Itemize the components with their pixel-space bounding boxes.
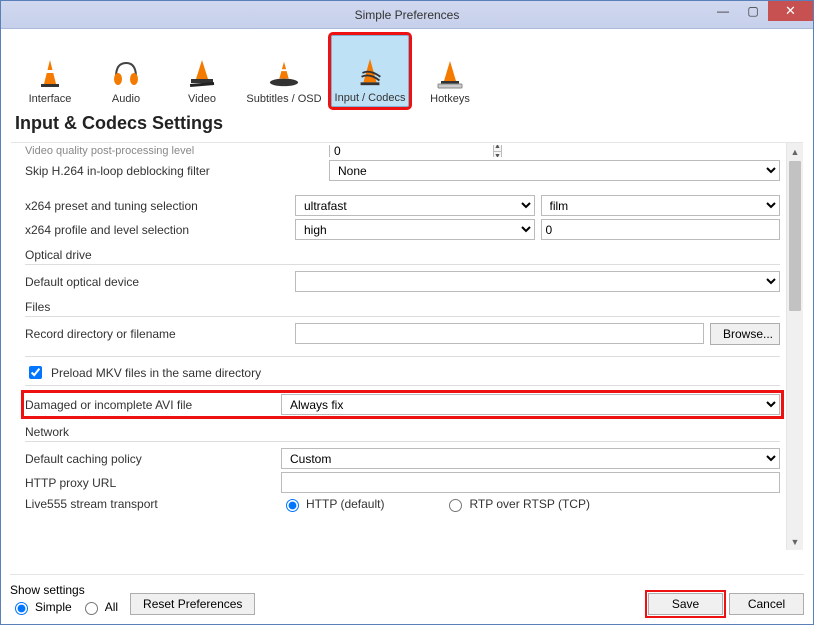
- category-interface[interactable]: Interface: [15, 35, 85, 107]
- group-optical: Optical drive: [25, 248, 780, 262]
- field-label: Skip H.264 in-loop deblocking filter: [25, 164, 295, 178]
- category-video[interactable]: Video: [167, 35, 237, 107]
- scroll-thumb[interactable]: [789, 161, 801, 311]
- settings-scroll-pane: Video quality post-processing level ▲▼ S…: [11, 143, 786, 550]
- checkbox-label: Preload MKV files in the same directory: [51, 366, 261, 380]
- category-label: Input / Codecs: [335, 92, 406, 104]
- titlebar: Simple Preferences — ▢ ✕: [1, 1, 813, 29]
- avi-fix-select[interactable]: Always fix: [281, 394, 780, 415]
- live555-http-radio[interactable]: HTTP (default): [281, 496, 384, 512]
- footer: Show settings Simple All Reset Preferenc…: [10, 574, 804, 615]
- record-directory-input[interactable]: [295, 323, 704, 344]
- category-label: Subtitles / OSD: [246, 93, 321, 105]
- x264-profile-select[interactable]: high: [295, 219, 535, 240]
- browse-button[interactable]: Browse...: [710, 323, 780, 345]
- show-simple-radio[interactable]: Simple: [10, 599, 72, 615]
- headphones-icon: [110, 57, 142, 89]
- x264-level-input[interactable]: [541, 219, 781, 240]
- clapper-icon: [186, 57, 218, 89]
- category-subtitles[interactable]: Subtitles / OSD: [243, 35, 325, 107]
- preload-mkv-checkbox[interactable]: [29, 366, 42, 379]
- field-label: Default optical device: [25, 275, 295, 289]
- field-label: Record directory or filename: [25, 327, 295, 341]
- category-label: Video: [188, 93, 216, 105]
- category-bar: Interface Audio Video Subtitles / OSD In…: [1, 29, 813, 111]
- scroll-down-icon[interactable]: ▼: [787, 533, 803, 550]
- save-button[interactable]: Save: [648, 593, 723, 615]
- window-title: Simple Preferences: [355, 8, 460, 22]
- cone-icon: [34, 57, 66, 89]
- field-label: Video quality post-processing level: [25, 145, 295, 157]
- category-hotkeys[interactable]: Hotkeys: [415, 35, 485, 107]
- category-label: Hotkeys: [430, 93, 470, 105]
- reset-preferences-button[interactable]: Reset Preferences: [130, 593, 255, 615]
- page-heading: Input & Codecs Settings: [1, 111, 813, 140]
- avi-fix-row: Damaged or incomplete AVI file Always fi…: [23, 392, 782, 417]
- field-label: Live555 stream transport: [25, 497, 281, 511]
- category-label: Audio: [112, 93, 140, 105]
- codecs-icon: [354, 56, 386, 88]
- subtitles-icon: [268, 57, 300, 89]
- x264-preset-select[interactable]: ultrafast: [295, 195, 535, 216]
- field-label: Default caching policy: [25, 452, 281, 466]
- show-settings-label: Show settings: [10, 583, 118, 597]
- field-label: Damaged or incomplete AVI file: [25, 398, 281, 412]
- field-label: HTTP proxy URL: [25, 476, 281, 490]
- scroll-up-icon[interactable]: ▲: [787, 143, 803, 160]
- optical-device-select[interactable]: [295, 271, 780, 292]
- minimize-button[interactable]: —: [708, 1, 738, 21]
- show-all-radio[interactable]: All: [80, 599, 118, 615]
- skip-h264-select[interactable]: None: [329, 160, 780, 181]
- category-audio[interactable]: Audio: [91, 35, 161, 107]
- category-input-codecs[interactable]: Input / Codecs: [331, 35, 409, 107]
- group-network: Network: [25, 425, 780, 439]
- group-files: Files: [25, 300, 780, 314]
- caching-policy-select[interactable]: Custom: [281, 448, 780, 469]
- http-proxy-input[interactable]: [281, 472, 780, 493]
- maximize-button[interactable]: ▢: [738, 1, 768, 21]
- category-label: Interface: [29, 93, 72, 105]
- live555-rtp-radio[interactable]: RTP over RTSP (TCP): [444, 496, 589, 512]
- vertical-scrollbar[interactable]: ▲ ▼: [786, 143, 803, 550]
- close-button[interactable]: ✕: [768, 1, 813, 21]
- cancel-button[interactable]: Cancel: [729, 593, 804, 615]
- x264-tuning-select[interactable]: film: [541, 195, 781, 216]
- field-label: x264 preset and tuning selection: [25, 199, 295, 213]
- hotkeys-icon: [434, 57, 466, 89]
- field-label: x264 profile and level selection: [25, 223, 295, 237]
- video-quality-spin[interactable]: [329, 145, 493, 157]
- spin-down-icon[interactable]: ▼: [493, 151, 502, 158]
